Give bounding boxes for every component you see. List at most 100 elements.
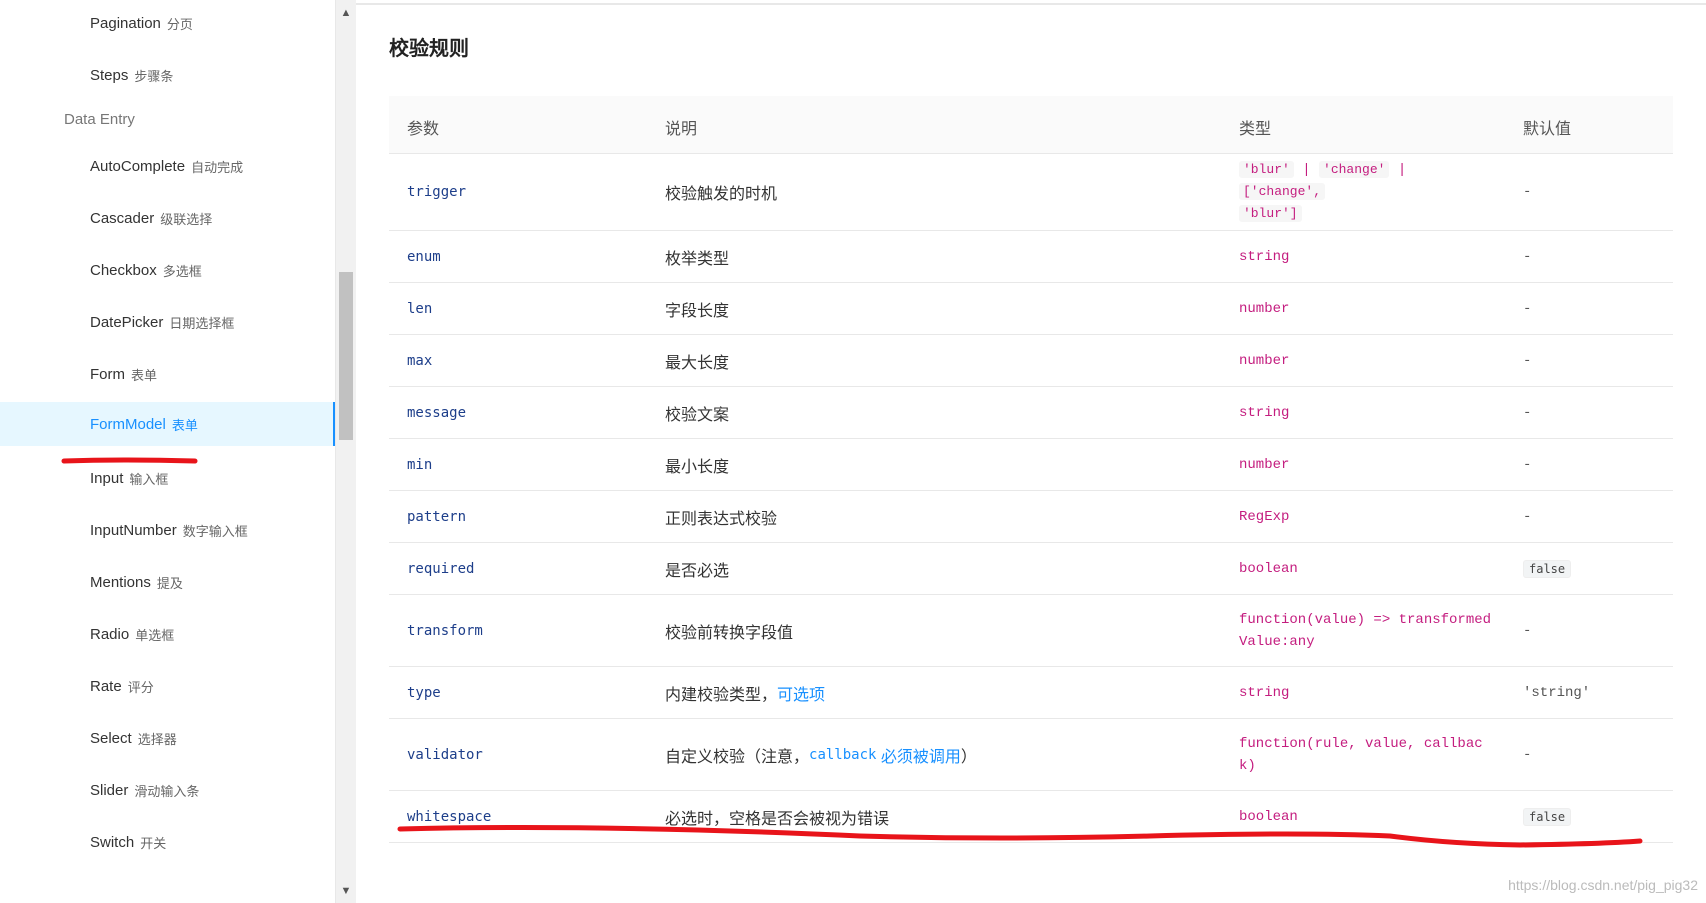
chevron-down-icon[interactable]: ▼ [336,882,356,900]
sidebar-item-pagination[interactable]: Pagination 分页 [0,1,335,45]
param-cell: transform [407,622,483,639]
sidebar-item-sublabel: 表单 [131,367,158,383]
header-desc: 说明 [665,121,698,138]
desc-cell: 内建校验类型， 可选项 [665,667,825,718]
sidebar-item-sublabel: 分页 [166,16,193,32]
desc-cell: 最小长度 [665,458,730,476]
desc-cell: 是否必选 [665,562,730,580]
type-separator: | [1302,162,1311,178]
must-call-link[interactable]: 必须被调用 [881,743,961,767]
sidebar-item-label: Pagination [90,14,161,32]
type-line: function(rule, value, callbac [1239,735,1483,752]
divider [356,3,1706,5]
param-cell: required [407,560,475,577]
sidebar-item-label: Form [90,365,125,383]
sidebar-item-formmodel[interactable]: FormModel 表单 [0,402,335,446]
sidebar-item-label: Steps [90,66,129,84]
param-cell: validator [407,746,483,763]
sidebar-item-inputnumber[interactable]: InputNumber 数字输入框 [0,508,335,552]
param-cell: trigger [407,184,467,200]
desc-text: 自定义校验（注意， [665,748,810,766]
sidebar-item-autocomplete[interactable]: AutoComplete 自动完成 [0,144,335,188]
table-row: min 最小长度 number - [389,439,1673,491]
type-cell: 'blur' | 'change' | ['change', 'blur'] [1239,154,1499,230]
sidebar-item-mentions[interactable]: Mentions 提及 [0,560,335,604]
type-line: function(value) => transformed [1239,611,1492,628]
param-cell: min [407,456,433,473]
options-link[interactable]: 可选项 [777,681,825,705]
sidebar-item-sublabel: 滑动输入条 [134,783,200,799]
default-cell: 'string' [1523,684,1591,701]
sidebar-item-switch[interactable]: Switch 开关 [0,820,335,864]
table-row: validator 自定义校验（注意， callback 必须被调用） funct… [389,719,1673,791]
param-cell: pattern [407,508,467,525]
sidebar-item-select[interactable]: Select 选择器 [0,716,335,760]
default-cell: - [1523,184,1532,200]
desc-cell: 必选时，空格是否会被视为错误 [665,810,890,828]
sidebar-item-cascader[interactable]: Cascader 级联选择 [0,196,335,240]
default-cell: false [1523,791,1572,842]
sidebar-item-label: FormModel [90,415,166,433]
desc-cell: 枚举类型 [665,250,730,268]
sidebar-item-sublabel: 输入框 [129,471,169,487]
desc-cell: 最大长度 [665,354,730,372]
default-cell: - [1523,300,1532,317]
sidebar-item-slider[interactable]: Slider 滑动输入条 [0,768,335,812]
type-cell: RegExp [1239,508,1290,525]
param-cell: max [407,352,433,369]
table-row: trigger 校验触发的时机 'blur' | 'change' | ['ch… [389,154,1673,231]
type-cell: number [1239,300,1290,317]
type-cell: string [1239,684,1290,701]
sidebar-item-label: AutoComplete [90,157,186,175]
sidebar-item-checkbox[interactable]: Checkbox 多选框 [0,248,335,292]
callback-link[interactable]: callback [809,747,876,763]
default-cell: false [1523,543,1572,594]
sidebar-item-label: Radio [90,625,130,643]
sidebar-item-form[interactable]: Form 表单 [0,352,335,396]
sidebar-item-input[interactable]: Input 输入框 [0,456,335,500]
sidebar-item-label: Rate [90,677,122,695]
desc-cell: 校验文案 [665,406,730,424]
sidebar-item-label: Mentions [90,573,151,591]
param-cell: type [407,684,441,701]
sidebar-item-sublabel: 自动完成 [191,159,244,175]
type-cell: function(value) => transformed Value:any [1239,595,1499,666]
param-cell: message [407,404,467,421]
scrollbar-thumb[interactable] [339,272,353,440]
sidebar-item-steps[interactable]: Steps 步骤条 [0,53,335,97]
header-param: 参数 [407,121,440,138]
default-cell: - [1523,352,1532,369]
sidebar-nav: Pagination 分页 Steps 步骤条 Data Entry AutoC… [0,0,336,903]
sidebar-item-label: Checkbox [90,261,157,279]
section-title: 校验规则 [389,38,469,60]
type-cell: number [1239,456,1290,473]
sidebar-item-label: Cascader [90,209,155,227]
table-row: type 内建校验类型， 可选项 string 'string' [389,667,1673,719]
desc-text: ） [960,748,977,766]
type-cell: function(rule, value, callbac k) [1239,719,1499,790]
default-cell: - [1523,248,1532,265]
type-cell: boolean [1239,808,1298,825]
watermark: https://blog.csdn.net/pig_pig32 [1508,877,1698,893]
sidebar-item-sublabel: 开关 [140,835,167,851]
table-row: whitespace 必选时，空格是否会被视为错误 boolean false [389,791,1673,843]
type-cell: string [1239,404,1290,421]
sidebar-item-sublabel: 表单 [171,417,198,433]
desc-cell: 正则表达式校验 [665,510,778,528]
type-token: 'change' [1319,161,1390,178]
sidebar-scrollbar[interactable]: ▲ ▼ [336,0,356,903]
sidebar-item-radio[interactable]: Radio 单选框 [0,612,335,656]
sidebar-item-sublabel: 步骤条 [134,68,174,84]
default-cell: - [1523,622,1532,639]
table-row: pattern 正则表达式校验 RegExp - [389,491,1673,543]
sidebar-item-datepicker[interactable]: DatePicker 日期选择框 [0,300,335,344]
sidebar-item-label: Switch [90,833,135,851]
sidebar-item-rate[interactable]: Rate 评分 [0,664,335,708]
desc-text: 内建校验类型， [665,686,778,704]
chevron-up-icon[interactable]: ▲ [336,4,356,22]
type-cell: number [1239,352,1290,369]
header-default: 默认值 [1523,121,1572,138]
default-cell: - [1523,746,1532,763]
desc-cell: 校验前转换字段值 [665,624,794,642]
sidebar-item-sublabel: 日期选择框 [169,315,235,331]
